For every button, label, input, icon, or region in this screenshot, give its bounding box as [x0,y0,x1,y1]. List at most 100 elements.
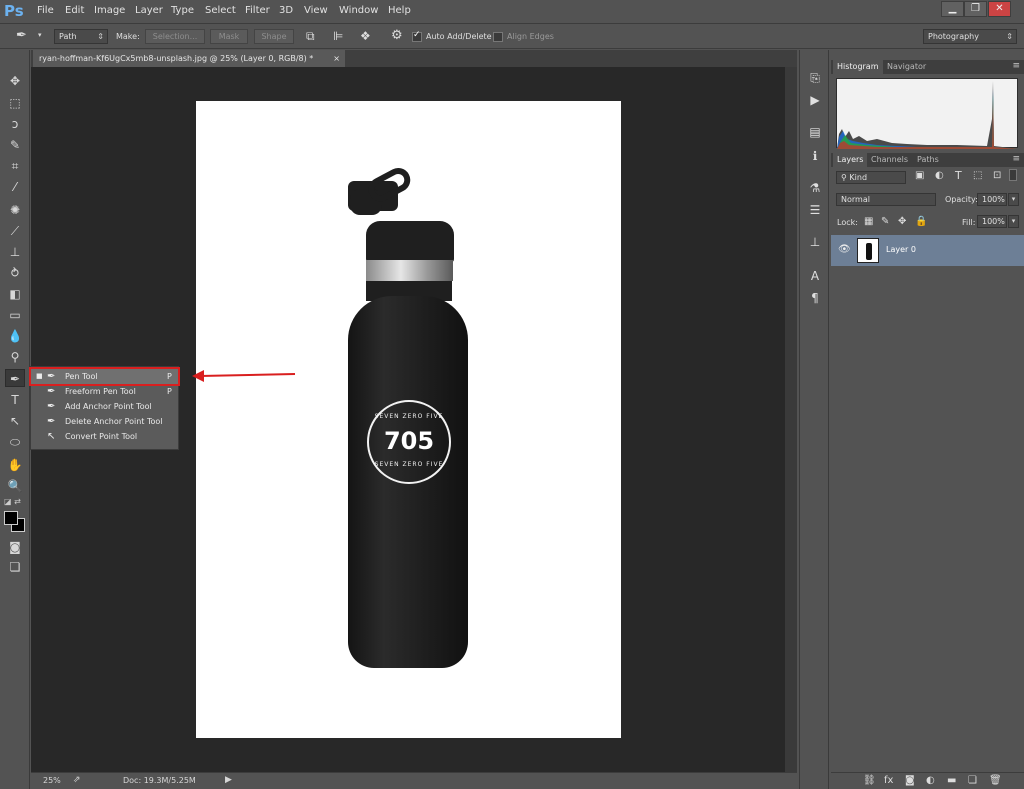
opacity-field[interactable]: 100% [977,193,1007,206]
close-tab-icon[interactable]: × [333,50,340,67]
menu-edit[interactable]: Edit [65,5,84,16]
add-mask-icon[interactable]: ◙ [905,775,915,786]
blend-mode-dropdown[interactable]: Normal [836,193,936,206]
eyedropper-tool-icon[interactable]: ⁄ [5,178,25,196]
properties-icon[interactable]: ☰ [807,202,823,218]
menu-layer[interactable]: Layer [135,5,163,16]
new-group-icon[interactable]: ▬ [947,775,956,786]
gear-icon[interactable]: ⚙ [391,28,403,43]
zoom-level[interactable]: 25% [43,776,61,785]
crop-tool-icon[interactable]: ⌗ [5,157,25,175]
info-icon[interactable]: ℹ [807,148,823,164]
opacity-arrow-icon[interactable]: ▾ [1008,193,1019,206]
tab-paths[interactable]: Paths [913,153,943,167]
make-mask-button[interactable]: Mask [210,29,248,44]
foreground-color-swatch[interactable] [4,511,18,525]
lock-position-icon[interactable]: ✥ [898,216,906,227]
lock-all-icon[interactable]: 🔒 [915,216,927,227]
path-alignment-icon[interactable]: ⊫ [333,29,343,43]
type-tool-icon[interactable]: T [5,391,25,409]
menu-3d[interactable]: 3D [279,5,293,16]
color-swatches-icon[interactable]: ▤ [807,124,823,140]
menu-type[interactable]: Type [171,5,194,16]
vertical-scrollbar[interactable] [785,67,797,772]
move-tool-icon[interactable]: ✥ [5,72,25,90]
restore-button[interactable]: ❐ [964,1,987,17]
filter-pixel-icon[interactable]: ▣ [915,170,924,181]
fx-icon[interactable]: fx [884,775,893,786]
fill-field[interactable]: 100% [977,215,1007,228]
marquee-tool-icon[interactable]: ⬚ [5,94,25,112]
clone-stamp-tool-icon[interactable]: ⊥ [5,243,25,261]
pen-tool-preset-icon[interactable]: ✒ [16,28,27,43]
eraser-tool-icon[interactable]: ◧ [5,285,25,303]
history-icon[interactable]: ⎘ [807,70,823,86]
path-selection-tool-icon[interactable]: ↖ [5,412,25,430]
menu-window[interactable]: Window [339,5,378,16]
filter-toggle-switch[interactable] [1009,169,1017,181]
flyout-add-anchor-point-tool[interactable]: ✒ Add Anchor Point Tool [31,399,178,414]
status-menu-arrow-icon[interactable]: ▶ [225,775,232,785]
document-tab[interactable]: ryan-hoffman-Kf6UgCx5mb8-unsplash.jpg @ … [33,50,345,67]
brush-tool-icon[interactable]: ⟋ [5,222,25,240]
tool-mode-dropdown[interactable]: Path [54,29,108,44]
filter-type-icon[interactable]: T [955,169,962,182]
minimize-button[interactable]: ▁ [941,1,964,17]
chevron-down-icon[interactable]: ▾ [38,31,42,39]
zoom-tool-icon[interactable]: 🔍 [5,477,25,495]
flyout-delete-anchor-point-tool[interactable]: ✒ Delete Anchor Point Tool [31,414,178,429]
clone-source-icon[interactable]: ⊥ [807,234,823,250]
adjustments-icon[interactable]: ⚗ [807,180,823,196]
link-layers-icon[interactable]: ⛓ [863,775,876,786]
menu-view[interactable]: View [304,5,328,16]
flyout-freeform-pen-tool[interactable]: ✒ Freeform Pen Tool P [31,384,178,399]
gradient-tool-icon[interactable]: ▭ [5,306,25,324]
document-canvas[interactable]: SEVEN ZERO FIVE 705 SEVEN ZERO FIVE [196,101,621,738]
new-layer-icon[interactable]: ❏ [968,775,977,786]
lasso-tool-icon[interactable]: ↄ [5,115,25,133]
layer-row-layer-0[interactable]: 👁 Layer 0 [831,235,1024,266]
path-arrangement-icon[interactable]: ❖ [360,29,371,43]
auto-add-delete-checkbox[interactable]: ✓ [412,30,422,42]
make-selection-button[interactable]: Selection... [145,29,205,44]
align-edges-checkbox[interactable] [493,32,503,42]
workspace-dropdown[interactable]: Photography [923,29,1017,44]
ellipse-tool-icon[interactable]: ⬭ [5,433,25,451]
eye-visibility-icon[interactable]: 👁 [838,244,851,255]
make-shape-button[interactable]: Shape [254,29,294,44]
panel-menu-icon[interactable]: ≡ [1012,61,1020,71]
flyout-pen-tool[interactable]: ■ ✒ Pen Tool P [29,367,180,386]
quick-selection-tool-icon[interactable]: ✎ [5,136,25,154]
menu-select[interactable]: Select [205,5,236,16]
menu-image[interactable]: Image [94,5,125,16]
share-icon[interactable]: ⇗ [73,775,81,785]
close-window-button[interactable]: ✕ [988,1,1011,17]
flyout-convert-point-tool[interactable]: ↖ Convert Point Tool [31,429,178,444]
dodge-tool-icon[interactable]: ⚲ [5,348,25,366]
character-icon[interactable]: A [807,268,823,284]
blur-tool-icon[interactable]: 💧 [5,327,25,345]
filter-adjustment-icon[interactable]: ◐ [935,170,944,181]
lock-transparent-icon[interactable]: ▦ [864,216,873,227]
menu-file[interactable]: File [37,5,54,16]
history-brush-tool-icon[interactable]: ⥁ [5,264,25,282]
filter-smart-object-icon[interactable]: ⊡ [993,170,1001,181]
default-colors-icon[interactable]: ◪ ⇄ [4,497,21,506]
healing-brush-tool-icon[interactable]: ✺ [5,201,25,219]
layer-kind-filter[interactable]: ⚲ Kind [836,171,906,184]
trash-icon[interactable]: 🗑 [989,775,1002,786]
filter-shape-icon[interactable]: ⬚ [973,170,982,181]
screen-mode-icon[interactable]: ❏ [5,558,25,576]
tab-channels[interactable]: Channels [867,153,912,167]
panel-menu-icon[interactable]: ≡ [1012,154,1020,164]
menu-help[interactable]: Help [388,5,411,16]
quick-mask-icon[interactable]: ◙ [5,538,25,556]
tab-layers[interactable]: Layers [833,153,868,167]
path-operations-icon[interactable]: ⧉ [306,29,315,44]
tab-histogram[interactable]: Histogram [833,60,883,74]
actions-play-icon[interactable]: ▶ [807,92,823,108]
lock-image-icon[interactable]: ✎ [881,216,889,227]
hand-tool-icon[interactable]: ✋ [5,456,25,474]
adjustment-layer-icon[interactable]: ◐ [926,775,935,786]
menu-filter[interactable]: Filter [245,5,270,16]
